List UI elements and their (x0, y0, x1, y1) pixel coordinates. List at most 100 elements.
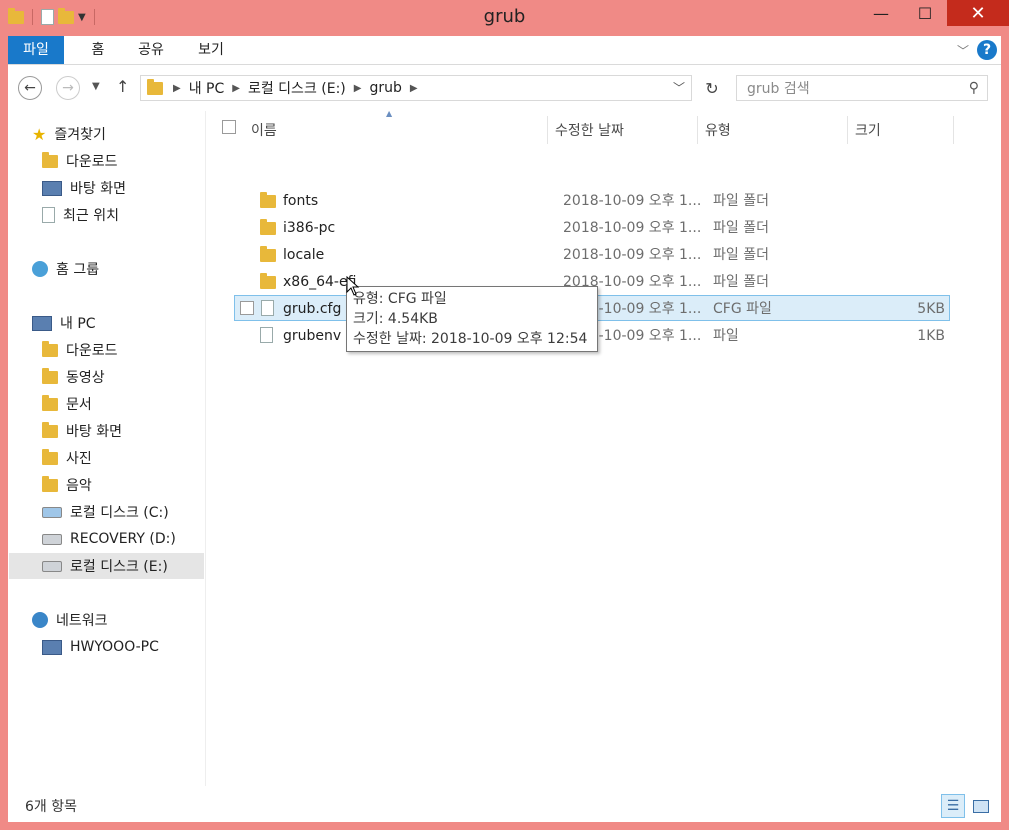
chevron-right-icon[interactable]: ▶ (410, 83, 418, 94)
homegroup-icon (32, 261, 48, 277)
column-header-date[interactable]: 수정한 날짜 (555, 116, 695, 144)
sidebar-item-pc-downloads[interactable]: 다운로드 (42, 337, 118, 363)
sidebar-item-music[interactable]: 음악 (42, 472, 92, 498)
chevron-right-icon[interactable]: ▶ (354, 83, 362, 94)
documents-folder-icon (42, 394, 58, 411)
sidebar-item-desktop[interactable]: 바탕 화면 (42, 175, 126, 201)
column-header-name[interactable]: 이름 (251, 116, 551, 144)
folder-icon (260, 219, 276, 235)
minimize-button[interactable]: — (859, 0, 903, 26)
refresh-icon: ↻ (705, 78, 719, 98)
column-header-size[interactable]: 크기 (855, 116, 945, 144)
file-type: CFG 파일 (713, 301, 772, 317)
folder-icon (260, 192, 276, 208)
large-icons-view-icon (973, 799, 989, 813)
column-divider[interactable] (547, 116, 548, 144)
large-icons-view-button[interactable] (969, 794, 993, 818)
column-divider[interactable] (953, 116, 954, 144)
sidebar-item-drive-c[interactable]: 로컬 디스크 (C:) (42, 499, 169, 525)
sidebar-item-label: 다운로드 (66, 154, 118, 170)
network-icon (32, 612, 48, 628)
sidebar-item-documents[interactable]: 문서 (42, 391, 92, 417)
file-tooltip: 유형: CFG 파일 크기: 4.54KB 수정한 날짜: 2018-10-09… (346, 286, 598, 352)
downloads-folder-icon (42, 340, 58, 357)
tooltip-type: 유형: CFG 파일 (353, 291, 447, 307)
computer-icon (42, 639, 62, 655)
sidebar-item-label: 네트워크 (56, 613, 108, 629)
sidebar-item-label: 다운로드 (66, 343, 118, 359)
sidebar-item-recent[interactable]: 최근 위치 (42, 202, 119, 228)
file-type: 파일 (713, 328, 739, 344)
sidebar-item-label: 최근 위치 (63, 208, 119, 224)
column-label: 유형 (705, 123, 731, 139)
file-row-locale[interactable]: locale 2018-10-09 오후 1... 파일 폴더 (234, 242, 950, 268)
breadcrumb-grub[interactable]: grub (369, 80, 401, 96)
back-button[interactable]: ← (18, 76, 42, 100)
refresh-button[interactable]: ↻ (700, 75, 724, 101)
folder-icon (260, 246, 276, 262)
file-name: i386-pc (283, 220, 336, 236)
arrow-left-icon: ← (24, 80, 36, 96)
sidebar-item-drive-e[interactable]: 로컬 디스크 (E:) (9, 553, 204, 579)
column-divider[interactable] (847, 116, 848, 144)
column-header-type[interactable]: 유형 (705, 116, 845, 144)
search-box[interactable]: grub 검색 ⚲ (736, 75, 988, 101)
maximize-button[interactable]: ☐ (903, 0, 947, 26)
expand-ribbon-icon[interactable]: ﹀ (957, 42, 969, 59)
address-dropdown-icon[interactable]: ﹀ (673, 79, 685, 96)
drive-icon (42, 533, 62, 545)
details-view-button[interactable]: ☰ (941, 794, 965, 818)
sidebar-item-label: 즐겨찾기 (54, 127, 106, 143)
sidebar-item-pc-desktop[interactable]: 바탕 화면 (42, 418, 122, 444)
sidebar-item-label: 문서 (66, 397, 92, 413)
search-icon[interactable]: ⚲ (969, 80, 979, 96)
file-row-fonts[interactable]: fonts 2018-10-09 오후 1... 파일 폴더 (234, 188, 950, 214)
tab-file[interactable]: 파일 (8, 36, 64, 64)
sidebar-item-this-pc[interactable]: 내 PC (32, 310, 96, 336)
sidebar-item-label: 바탕 화면 (66, 424, 122, 440)
file-date: 2018-10-09 오후 1... (563, 247, 702, 263)
sidebar-item-homegroup[interactable]: 홈 그룹 (32, 256, 99, 282)
file-icon (261, 300, 274, 316)
up-arrow-icon[interactable]: ↑ (116, 77, 129, 96)
sidebar-item-network-pc[interactable]: HWYOOO-PC (42, 634, 159, 660)
breadcrumb-pc[interactable]: 내 PC (189, 78, 225, 98)
file-size (863, 188, 945, 214)
recent-locations-icon[interactable]: ▼ (92, 81, 100, 92)
sidebar-item-videos[interactable]: 동영상 (42, 364, 105, 390)
mouse-cursor-icon (346, 276, 360, 296)
videos-folder-icon (42, 367, 58, 384)
close-button[interactable]: ✕ (947, 0, 1009, 26)
sidebar-item-network[interactable]: 네트워크 (32, 607, 108, 633)
column-label: 이름 (251, 123, 277, 139)
chevron-right-icon[interactable]: ▶ (173, 83, 181, 94)
help-icon[interactable]: ? (977, 40, 997, 60)
sidebar-item-pictures[interactable]: 사진 (42, 445, 92, 471)
forward-button[interactable]: → (56, 76, 80, 100)
breadcrumb-drive-e[interactable]: 로컬 디스크 (E:) (248, 78, 346, 98)
address-bar[interactable]: ▶ 내 PC ▶ 로컬 디스크 (E:) ▶ grub ▶ ﹀ (140, 75, 692, 101)
select-all-checkbox[interactable] (222, 120, 236, 134)
file-type: 파일 폴더 (713, 220, 769, 236)
tab-home[interactable]: 홈 (86, 36, 110, 64)
file-row-i386-pc[interactable]: i386-pc 2018-10-09 오후 1... 파일 폴더 (234, 215, 950, 241)
tab-view[interactable]: 보기 (194, 36, 228, 64)
row-checkbox[interactable] (240, 301, 254, 315)
window-client: 파일 홈 공유 보기 ﹀ ? ← → ▼ ↑ ▶ 내 PC ▶ 로컬 디스크 (… (8, 36, 1001, 822)
search-placeholder: grub 검색 (747, 81, 810, 97)
star-icon: ★ (32, 124, 47, 144)
desktop-folder-icon (42, 421, 58, 438)
system-drive-icon (42, 506, 62, 518)
file-size: 1KB (917, 328, 945, 344)
column-divider[interactable] (697, 116, 698, 144)
navigation-bar: ← → ▼ ↑ ▶ 내 PC ▶ 로컬 디스크 (E:) ▶ grub ▶ ﹀ … (8, 65, 1001, 111)
tab-share[interactable]: 공유 (134, 36, 168, 64)
status-bar: 6개 항목 ☰ (8, 786, 1001, 822)
sidebar-item-downloads[interactable]: 다운로드 (42, 148, 118, 174)
sidebar-item-drive-d[interactable]: RECOVERY (D:) (42, 526, 176, 552)
chevron-right-icon[interactable]: ▶ (232, 83, 240, 94)
sidebar-item-favorites[interactable]: ★ 즐겨찾기 (32, 121, 106, 147)
sidebar-item-label: 동영상 (66, 370, 105, 386)
desktop-icon (42, 180, 62, 196)
recent-places-icon (42, 207, 55, 223)
